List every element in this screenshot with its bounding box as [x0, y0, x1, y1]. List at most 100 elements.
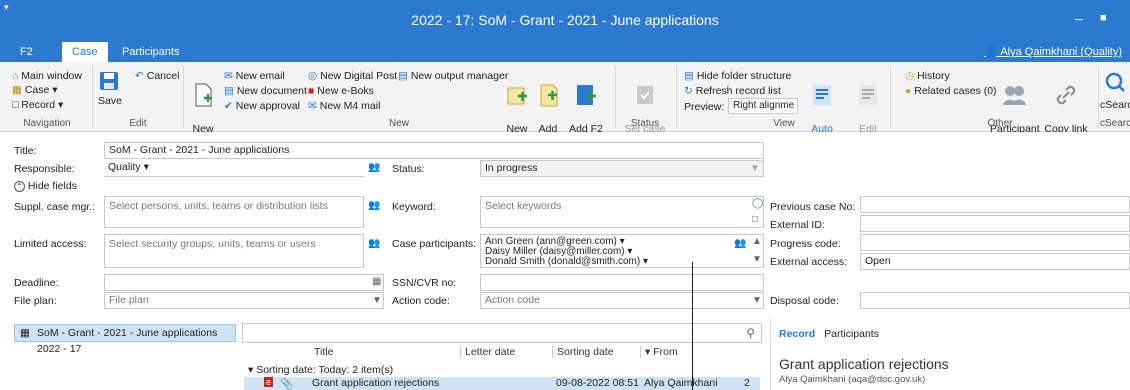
case-folder-label: SoM - Grant - 2021 - June applications 2… [37, 327, 218, 355]
new-eboks-label: New e-Boks [317, 85, 374, 97]
title-field[interactable]: SoM - Grant - 2021 - June applications [104, 142, 764, 159]
approval-icon: ✔ [224, 100, 233, 112]
history-button[interactable]: ◷ History [905, 70, 950, 82]
main-window-label: Main window [21, 70, 82, 82]
table-row[interactable]: e 📎 Grant application rejections 09-08-2… [244, 377, 760, 390]
history-icon: ◷ [905, 70, 915, 82]
action-code-select[interactable]: Action code [480, 292, 764, 309]
eboks-icon: ■ [308, 85, 315, 97]
preview-tab-participants[interactable]: Participants [824, 328, 879, 340]
tab-case[interactable]: Case [62, 42, 108, 62]
previous-case-label: Previous case No: [770, 201, 856, 213]
hide-fields-toggle[interactable]: ⌃ Hide fields [14, 180, 77, 192]
ssn-cvr-field[interactable] [480, 274, 764, 291]
limited-picker-icon[interactable]: 👥 [368, 238, 380, 249]
group-header[interactable]: ▾ Sorting date: Today: 2 item(s) [248, 364, 393, 376]
save-button[interactable]: Save [98, 70, 122, 107]
annotation-line [692, 262, 693, 390]
external-id-label: External ID: [770, 219, 825, 231]
related-cases-button[interactable]: ● Related cases (0) [905, 85, 997, 97]
record-menu-button[interactable]: □ Record ▾ [12, 99, 63, 111]
preview-label: Preview: [684, 101, 725, 113]
responsible-select[interactable]: Quality ▾ [104, 160, 364, 177]
limited-access-field[interactable]: Select security groups, units, teams or … [104, 234, 364, 268]
external-access-select[interactable]: Open [860, 253, 1130, 270]
preview-select[interactable]: Right alignme ▾ [728, 98, 798, 114]
calendar-icon[interactable]: ▦ [372, 276, 381, 287]
status-select[interactable]: In progress [480, 160, 764, 177]
user-link[interactable]: 👤 Alya Qaimkhani (Quality) [984, 45, 1122, 58]
search-icon [1105, 72, 1125, 92]
new-email-button[interactable]: ✉ New email [224, 70, 285, 82]
related-cases-icon: ● [905, 85, 912, 97]
new-document-button[interactable]: ▤ New document [224, 85, 307, 97]
participants-picker-icon[interactable]: 👥 [734, 238, 746, 249]
deadline-label: Deadline: [14, 277, 59, 289]
ribbon: ⌂ Main window ▦ Case ▾ □ Record ▾ Naviga… [0, 62, 1130, 159]
refresh-record-list-button[interactable]: ↻ Refresh record list [684, 85, 781, 97]
cancel-label: Cancel [146, 70, 180, 82]
folder-icon: ▤ [684, 70, 694, 82]
hide-folder-structure-button[interactable]: ▤ Hide folder structure [684, 70, 791, 82]
column-header-title[interactable]: Title [314, 346, 333, 358]
record-search-input[interactable]: ⚲ [242, 323, 762, 343]
external-id-field[interactable] [860, 215, 1130, 232]
new-output-manager-label: New output manager [410, 70, 509, 82]
preview-tab-record[interactable]: Record [779, 328, 815, 340]
new-eboks-button[interactable]: ■ New e-Boks [308, 85, 374, 97]
refresh-icon: ↻ [684, 85, 693, 97]
tab-participants[interactable]: Participants [112, 42, 189, 62]
group-label-navigation: Navigation [23, 118, 71, 129]
suppl-case-mgr-field[interactable]: Select persons, units, teams or distribu… [104, 196, 364, 228]
keyword-label: Keyword: [392, 201, 436, 213]
maximize-icon[interactable]: ■ [1100, 12, 1107, 24]
foi-icon [540, 84, 558, 107]
refresh-record-list-label: Refresh record list [695, 85, 781, 97]
column-header-letter-date[interactable]: Letter date [460, 346, 515, 358]
expand-icon[interactable]: □ [752, 214, 758, 225]
csearch-button[interactable]: cSearch [1100, 70, 1130, 111]
scroll-down-icon[interactable]: ▼ [752, 254, 762, 265]
new-approval-button[interactable]: ✔ New approval [224, 100, 300, 112]
disposal-code-select[interactable] [860, 292, 1130, 309]
title-label: Title: [14, 145, 37, 157]
digital-post-icon: ◎ [308, 70, 318, 82]
scroll-up-icon[interactable]: ▲ [752, 236, 762, 247]
column-header-from[interactable]: ▾ From [640, 346, 678, 358]
ribbon-separator [183, 66, 184, 128]
case-participants-field[interactable]: Ann Green (ann@green.com) ▾ Daisy Miller… [480, 234, 764, 268]
suppl-picker-icon[interactable]: 👥 [368, 200, 380, 211]
external-access-label: External access: [770, 256, 848, 268]
deadline-field[interactable] [104, 274, 384, 291]
group-label-new: New [388, 118, 409, 129]
participant-chip[interactable]: Donald Smith (donald@smith.com) ▾ [485, 257, 759, 267]
new-digital-post-button[interactable]: ◎ New Digital Post [308, 70, 397, 82]
tag-icon[interactable]: ◯ [752, 198, 763, 209]
group-label-other: Other [987, 118, 1013, 129]
file-plan-select[interactable]: File plan [104, 292, 384, 309]
user-name: Alya Qaimkhani (Quality) [1000, 46, 1122, 58]
case-menu-button[interactable]: ▦ Case ▾ [12, 84, 58, 96]
tab-f2[interactable]: F2 [10, 42, 43, 62]
case-folder-item[interactable]: ▦ SoM - Grant - 2021 - June applications… [14, 324, 236, 355]
history-label: History [917, 70, 950, 82]
ribbon-separator [615, 66, 616, 128]
progress-code-select[interactable] [860, 234, 1130, 251]
participants-icon [1003, 86, 1026, 105]
f2-manager-icon [577, 85, 596, 105]
record-area: ▦ SoM - Grant - 2021 - June applications… [0, 318, 1130, 390]
new-output-manager-button[interactable]: ▤ New output manager [398, 70, 508, 82]
record-menu-label: Record ▾ [21, 99, 64, 111]
status-label: Status: [392, 163, 425, 175]
responsible-picker-icon[interactable]: 👥 [368, 162, 380, 173]
new-m4-mail-button[interactable]: ✉ New M4 mail [308, 100, 380, 112]
minimize-icon[interactable]: – [1075, 10, 1083, 26]
keyword-field[interactable]: Select keywords [480, 196, 764, 228]
main-window-button[interactable]: ⌂ Main window [12, 70, 82, 82]
auto-grouping-icon [813, 85, 831, 105]
previous-case-field[interactable] [860, 196, 1130, 213]
save-icon [100, 72, 118, 90]
cancel-button[interactable]: ↶ Cancel [135, 70, 179, 82]
eboks-icon: e [264, 377, 274, 387]
column-header-sorting-date[interactable]: Sorting date [552, 346, 614, 358]
